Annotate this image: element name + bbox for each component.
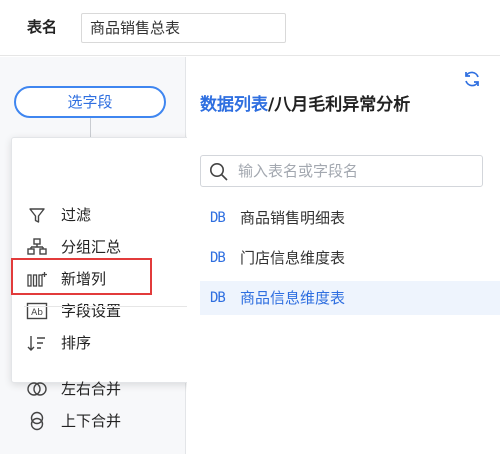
menu-item-field-settings[interactable]: Ab 字段设置 <box>12 296 199 326</box>
search-icon <box>210 163 228 181</box>
database-icon: DB <box>210 210 226 226</box>
field-settings-icon: Ab <box>26 302 48 320</box>
select-field-button[interactable]: 选字段 <box>14 86 166 118</box>
menu-item-label: 过滤 <box>61 206 92 224</box>
top-bar: 表名 商品销售总表 <box>0 0 500 56</box>
add-column-highlight <box>11 258 152 295</box>
table-name-label: 表名 <box>27 18 58 36</box>
menu-item-label: 左右合并 <box>61 380 122 398</box>
sort-icon <box>27 336 45 351</box>
table-item-label: 商品信息维度表 <box>240 289 346 307</box>
menu-item-label: 字段设置 <box>61 302 122 320</box>
table-search-input[interactable] <box>238 156 478 186</box>
table-name-input[interactable]: 商品销售总表 <box>81 13 286 43</box>
menu-item-label: 上下合并 <box>61 412 122 430</box>
svg-text:Ab: Ab <box>31 308 43 318</box>
data-list-title-accent: 数据列表 <box>200 95 268 115</box>
table-item-label: 门店信息维度表 <box>240 249 346 267</box>
menu-item-filter[interactable]: 过滤 <box>12 200 199 230</box>
merge-horizontal-icon <box>27 382 47 396</box>
group-summary-icon <box>27 238 47 255</box>
database-icon: DB <box>210 290 226 306</box>
table-search-box <box>200 155 483 187</box>
table-list-item-selected[interactable]: DB 商品信息维度表 <box>200 281 500 315</box>
merge-vertical-icon <box>30 411 44 431</box>
menu-divider <box>24 306 190 307</box>
data-list-title-rest: /八月毛利异常分析 <box>268 95 411 115</box>
table-list-item[interactable]: DB 商品销售明细表 <box>200 201 500 235</box>
table-item-label: 商品销售明细表 <box>240 209 346 227</box>
filter-icon <box>29 208 45 223</box>
table-list-item[interactable]: DB 门店信息维度表 <box>200 241 500 275</box>
refresh-icon[interactable] <box>462 69 482 89</box>
menu-item-label: 分组汇总 <box>61 238 122 256</box>
menu-item-merge-horizontal[interactable]: 左右合并 <box>12 374 199 404</box>
menu-item-label: 排序 <box>61 334 92 352</box>
menu-item-merge-vertical[interactable]: 上下合并 <box>12 406 199 436</box>
database-icon: DB <box>210 250 226 266</box>
data-list-panel: 数据列表/八月毛利异常分析 DB 商品销售明细表 DB 门店信息维度表 DB 商… <box>187 57 500 454</box>
data-list-title: 数据列表/八月毛利异常分析 <box>200 93 410 117</box>
menu-item-sort[interactable]: 排序 <box>12 328 199 358</box>
